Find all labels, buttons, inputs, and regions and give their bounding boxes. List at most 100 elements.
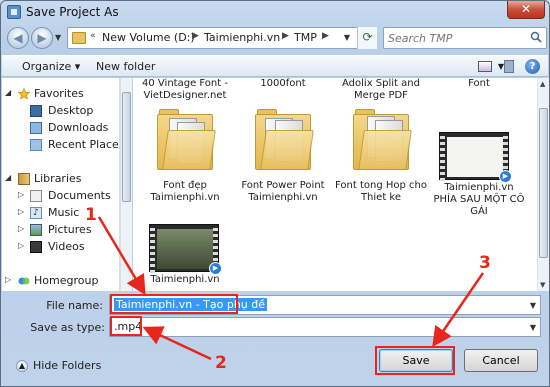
dialog-footer: ▲ Hide Folders Save Cancel xyxy=(2,341,548,387)
title-bar: Save Project As ✕ xyxy=(1,1,549,23)
help-icon[interactable]: ? xyxy=(525,59,540,74)
list-item[interactable]: Font tong Hop cho Thiet ke xyxy=(335,108,427,218)
step-number-1: 1 xyxy=(85,205,97,225)
recent-places-icon xyxy=(30,139,42,151)
breadcrumb-tmp[interactable]: TMP xyxy=(294,31,317,44)
chevron-down-icon[interactable]: ▼ xyxy=(530,301,536,310)
app-icon xyxy=(7,5,21,19)
chevron-down-icon[interactable]: ▼ xyxy=(530,323,536,332)
sidebar-item-recent-places[interactable]: Recent Places xyxy=(2,137,120,153)
save-type-select[interactable]: .mp4 ▼ xyxy=(109,317,541,337)
navigation-pane: ◢ Favorites Desktop Downloads Recent Pla… xyxy=(2,78,120,291)
homegroup-icon xyxy=(18,277,30,285)
expand-triangle-icon[interactable]: ▷ xyxy=(5,275,11,284)
hide-folders-label: Hide Folders xyxy=(33,359,102,372)
sidebar-item-label: Favorites xyxy=(34,87,84,100)
sidebar-item-music[interactable]: ▷ ♪ Music xyxy=(2,205,119,221)
sidebar-item-pictures[interactable]: ▷ Pictures xyxy=(2,222,119,238)
list-item[interactable]: 1000font xyxy=(237,78,329,90)
sidebar-item-videos[interactable]: ▷ Videos xyxy=(2,239,119,255)
collapse-triangle-icon[interactable]: ◢ xyxy=(5,88,11,97)
address-row: ◀ ▶ ▼ « New Volume (D:) ▶ Taimienphi.vn … xyxy=(5,25,547,53)
file-name: Adolix Split and Merge PDF xyxy=(342,78,420,101)
scroll-up-icon[interactable]: ▲ xyxy=(540,80,545,88)
sidebar-item-label: Downloads xyxy=(48,121,109,134)
refresh-icon[interactable]: ⟳ xyxy=(357,27,377,49)
back-arrow-icon[interactable]: ◀ xyxy=(7,27,29,49)
new-folder-button[interactable]: New folder xyxy=(96,60,155,73)
address-chevron-down-icon[interactable]: ▼ xyxy=(344,33,350,42)
step-number-3: 3 xyxy=(479,253,491,273)
sidebar-item-downloads[interactable]: Downloads xyxy=(2,120,119,136)
sidebar-item-label: Desktop xyxy=(48,104,94,117)
history-chevron-down-icon[interactable]: ▼ xyxy=(55,33,61,42)
breadcrumb-separator-icon[interactable]: ▶ xyxy=(322,31,329,41)
expand-triangle-icon[interactable]: ▷ xyxy=(18,224,24,233)
list-item[interactable]: ▶ Taimienphi.vn PHÍA SAU MỘT CÔ GÁI xyxy=(433,108,525,218)
sidebar-item-label: Videos xyxy=(48,240,85,253)
highlight-box xyxy=(110,294,238,314)
folder-icon xyxy=(157,108,216,170)
search-box[interactable] xyxy=(383,27,547,49)
file-name: Font tong Hop cho Thiet ke xyxy=(335,180,427,203)
command-bar: Organize ▾ New folder ▼ ? xyxy=(2,55,548,77)
search-input[interactable] xyxy=(388,30,518,46)
list-item[interactable]: Font Power Point Taimienphi.vn xyxy=(237,108,329,218)
desktop-icon xyxy=(30,105,42,117)
highlight-box xyxy=(375,346,455,375)
save-type-label: Save as type: xyxy=(30,321,105,334)
preview-pane-icon[interactable] xyxy=(504,60,514,73)
sidebar-item-libraries[interactable]: ◢ Libraries xyxy=(2,171,119,187)
file-list: 40 Vintage Font - VietDesigner.net 1000f… xyxy=(133,78,537,291)
sidebar-item-label: Recent Places xyxy=(48,138,120,151)
folder-icon xyxy=(353,108,412,170)
highlight-box xyxy=(110,316,142,336)
sidebar-item-desktop[interactable]: Desktop xyxy=(2,103,119,119)
expand-triangle-icon[interactable]: ▷ xyxy=(18,207,24,216)
sidebar-item-label: Homegroup xyxy=(34,274,99,287)
file-list-scrollbar[interactable]: ▲ ▼ xyxy=(537,78,549,291)
video-thumbnail-icon: ▶ xyxy=(149,224,222,275)
list-item[interactable]: Font đẹp Taimienphi.vn xyxy=(139,108,231,218)
list-item[interactable]: ▶ Taimienphi.vn xyxy=(139,220,231,286)
sidebar-item-label: Documents xyxy=(48,189,111,202)
scroll-down-icon[interactable]: ▼ xyxy=(540,281,545,289)
file-name: Font xyxy=(468,78,490,89)
list-item[interactable]: Adolix Split and Merge PDF xyxy=(335,78,427,102)
pictures-icon xyxy=(30,224,42,236)
file-name-label: File name: xyxy=(46,299,103,312)
scrollbar-thumb[interactable] xyxy=(539,108,548,258)
list-item[interactable]: Font xyxy=(433,78,525,90)
search-icon[interactable] xyxy=(530,31,542,43)
breadcrumb-separator-icon[interactable]: ▶ xyxy=(282,31,289,41)
file-name: 1000font xyxy=(260,78,306,89)
expand-triangle-icon[interactable]: ▷ xyxy=(18,241,24,250)
breadcrumb-new-volume[interactable]: New Volume (D:) xyxy=(102,31,195,44)
sidebar-item-label: Music xyxy=(48,206,80,219)
sidebar-item-favorites[interactable]: ◢ Favorites xyxy=(2,86,119,102)
close-button[interactable]: ✕ xyxy=(507,1,545,19)
sidebar-item-homegroup[interactable]: ▷ Homegroup xyxy=(2,273,119,289)
star-icon xyxy=(18,88,30,100)
forward-arrow-icon[interactable]: ▶ xyxy=(31,27,53,49)
window-title: Save Project As xyxy=(26,5,119,19)
change-view-icon[interactable] xyxy=(478,61,492,72)
scrollbar-thumb[interactable] xyxy=(122,92,131,202)
organize-menu[interactable]: Organize ▾ xyxy=(22,60,80,73)
videos-icon xyxy=(30,241,42,253)
file-name: Font Power Point Taimienphi.vn xyxy=(241,180,325,203)
breadcrumb-taimienphi[interactable]: Taimienphi.vn xyxy=(204,31,280,44)
sidebar-item-label: Libraries xyxy=(34,172,82,185)
list-item[interactable]: 40 Vintage Font - VietDesigner.net xyxy=(139,78,231,102)
collapse-triangle-icon[interactable]: ◢ xyxy=(5,173,11,182)
address-bar[interactable]: « New Volume (D:) ▶ Taimienphi.vn ▶ TMP … xyxy=(67,27,377,49)
breadcrumb-separator-icon[interactable]: ▶ xyxy=(192,31,199,41)
cancel-button[interactable]: Cancel xyxy=(464,349,538,372)
expand-triangle-icon[interactable]: ▷ xyxy=(18,190,24,199)
file-name: 40 Vintage Font - VietDesigner.net xyxy=(142,78,228,101)
sidebar-item-documents[interactable]: ▷ Documents xyxy=(2,188,119,204)
documents-icon xyxy=(30,190,42,202)
breadcrumb-separator-icon[interactable]: « xyxy=(90,31,96,41)
file-name: Taimienphi.vn PHÍA SAU MỘT CÔ GÁI xyxy=(433,182,525,217)
sidebar-scrollbar[interactable] xyxy=(120,78,132,291)
